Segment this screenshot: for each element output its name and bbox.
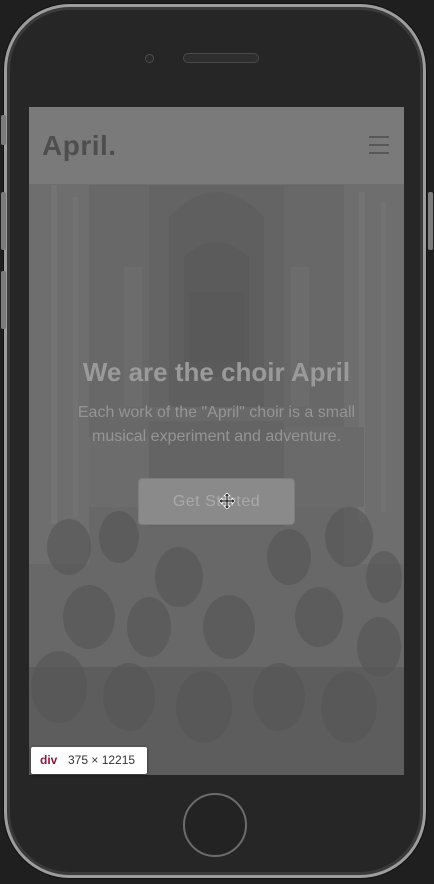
site-logo[interactable]: April. bbox=[42, 130, 117, 162]
move-cursor-icon bbox=[219, 493, 235, 509]
home-button[interactable] bbox=[183, 793, 247, 857]
earpiece-speaker bbox=[183, 53, 259, 63]
inspector-element-size: 375 × 12215 bbox=[68, 753, 136, 767]
hero-title: We are the choir April bbox=[82, 357, 351, 387]
volume-up-button bbox=[1, 192, 6, 250]
inspector-tag-name: div bbox=[40, 753, 58, 767]
mute-switch bbox=[1, 115, 6, 145]
get-started-button[interactable]: Get Started bbox=[138, 478, 295, 525]
device-screen: April. We are the choir April Each work … bbox=[29, 107, 404, 775]
volume-down-button bbox=[1, 271, 6, 329]
front-camera bbox=[145, 54, 154, 63]
power-button bbox=[428, 192, 433, 250]
site-header: April. bbox=[29, 107, 404, 185]
hero-subtitle: Each work of the "April" choir is a smal… bbox=[77, 404, 356, 445]
hamburger-menu-icon[interactable] bbox=[369, 136, 389, 154]
element-inspector-tooltip: div 375 × 12215 bbox=[31, 747, 147, 774]
